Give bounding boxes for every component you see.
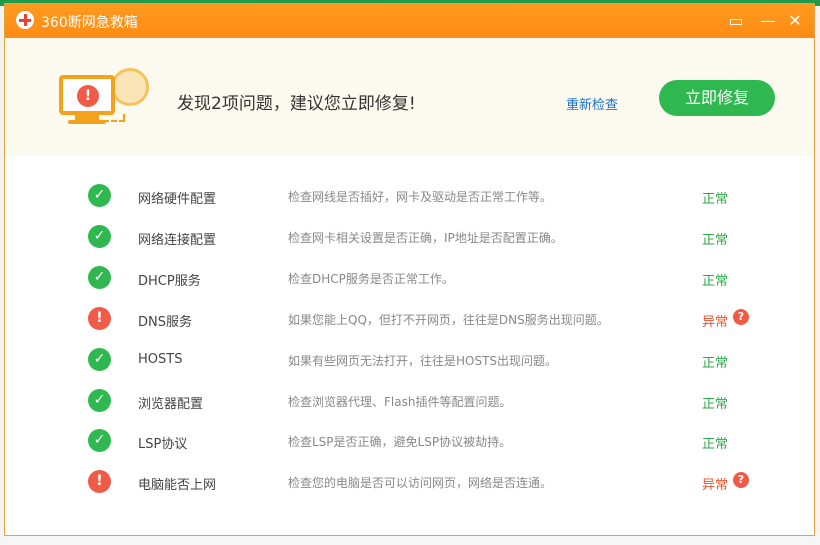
check-row: ✓ LSP协议 检查LSP是否正确，避免LSP协议被劫持。 正常 xyxy=(5,429,814,453)
check-description: 如果您能上QQ，但打不开网页，往往是DNS服务出现问题。 xyxy=(288,313,609,327)
check-row: ! DNS服务 如果您能上QQ，但打不开网页，往往是DNS服务出现问题。 异常 … xyxy=(5,307,814,331)
help-icon[interactable]: ? xyxy=(733,309,749,325)
alert-icon: ! xyxy=(77,85,99,107)
check-ok-icon: ✓ xyxy=(88,266,111,289)
check-result: 正常 xyxy=(702,397,729,412)
check-result: 正常 xyxy=(702,274,729,289)
check-description: 检查您的电脑是否可以访问网页，网络是否连通。 xyxy=(288,476,553,490)
check-name: DHCP服务 xyxy=(138,274,201,289)
check-description: 检查网线是否插好，网卡及驱动是否正常工作等。 xyxy=(288,190,553,204)
check-row: ✓ 网络硬件配置 检查网线是否插好，网卡及驱动是否正常工作等。 正常 xyxy=(5,184,814,208)
monitor-base xyxy=(68,120,106,124)
summary-headline: 发现2项问题，建议您立即修复! xyxy=(177,94,416,114)
check-name: DNS服务 xyxy=(138,315,192,330)
check-name: 网络连接配置 xyxy=(138,233,217,248)
check-ok-icon: ✓ xyxy=(88,348,111,371)
globe-icon xyxy=(111,68,149,106)
summary-header: ! 发现2项问题，建议您立即修复! 重新检查 立即修复 xyxy=(5,38,814,156)
fix-now-button[interactable]: 立即修复 xyxy=(659,80,775,116)
check-error-icon: ! xyxy=(88,307,111,330)
check-result: 异常 xyxy=(702,315,729,330)
check-error-icon: ! xyxy=(88,470,111,493)
check-description: 检查浏览器代理、Flash插件等配置问题。 xyxy=(288,395,512,409)
check-name: 网络硬件配置 xyxy=(138,192,217,207)
check-name: 浏览器配置 xyxy=(138,397,204,412)
check-name: LSP协议 xyxy=(138,437,188,452)
check-row: ✓ 浏览器配置 检查浏览器代理、Flash插件等配置问题。 正常 xyxy=(5,389,814,413)
check-name: 电脑能否上网 xyxy=(138,478,217,493)
check-result: 正常 xyxy=(702,192,729,207)
check-description: 检查DHCP服务是否正常工作。 xyxy=(288,272,454,286)
check-row: ! 电脑能否上网 检查您的电脑是否可以访问网页，网络是否连通。 异常 ? xyxy=(5,470,814,494)
check-row: ✓ HOSTS 如果有些网页无法打开，往往是HOSTS出现问题。 正常 xyxy=(5,348,814,372)
window-title: 360断网急救箱 xyxy=(41,15,138,31)
check-result: 异常 xyxy=(702,478,729,493)
recheck-link[interactable]: 重新检查 xyxy=(566,94,618,113)
check-ok-icon: ✓ xyxy=(88,389,111,412)
monitor-icon: ! xyxy=(59,75,115,115)
check-ok-icon: ✓ xyxy=(88,184,111,207)
check-result: 正常 xyxy=(702,437,729,452)
title-bar[interactable]: 360断网急救箱 ▭ — ✕ xyxy=(5,4,814,38)
red-cross-icon xyxy=(16,11,34,29)
check-description: 如果有些网页无法打开，往往是HOSTS出现问题。 xyxy=(288,354,558,368)
check-name: HOSTS xyxy=(138,352,183,367)
minimize-icon[interactable]: — xyxy=(757,10,779,32)
check-row: ✓ DHCP服务 检查DHCP服务是否正常工作。 正常 xyxy=(5,266,814,290)
close-icon[interactable]: ✕ xyxy=(784,10,806,32)
check-result: 正常 xyxy=(702,356,729,371)
help-icon[interactable]: ? xyxy=(733,472,749,488)
check-result: 正常 xyxy=(702,233,729,248)
check-description: 检查LSP是否正确，避免LSP协议被劫持。 xyxy=(288,435,512,449)
check-row: ✓ 网络连接配置 检查网卡相关设置是否正确，IP地址是否配置正确。 正常 xyxy=(5,225,814,249)
check-ok-icon: ✓ xyxy=(88,429,111,452)
feedback-icon[interactable]: ▭ xyxy=(725,10,747,32)
network-rescue-dialog: 360断网急救箱 ▭ — ✕ ! 发现2项问题，建议您立即修复! 重新检查 立即… xyxy=(4,3,815,536)
check-description: 检查网卡相关设置是否正确，IP地址是否配置正确。 xyxy=(288,231,563,245)
check-ok-icon: ✓ xyxy=(88,225,111,248)
cable-icon xyxy=(103,114,125,122)
